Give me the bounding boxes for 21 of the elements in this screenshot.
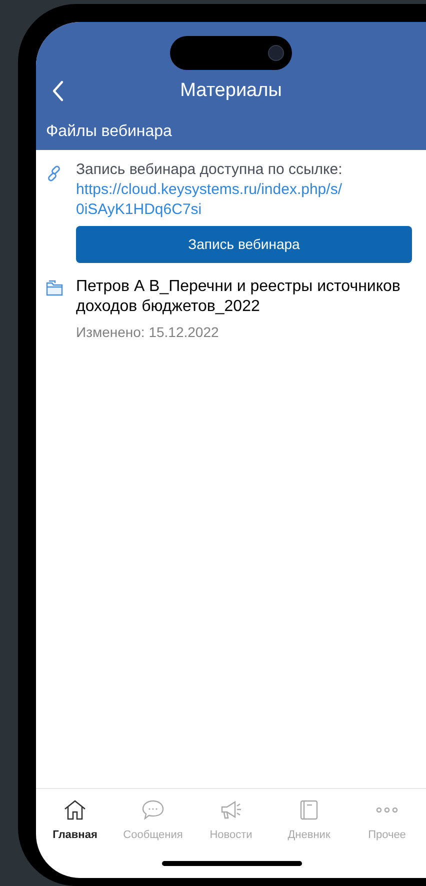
link-icon [46,165,63,182]
tab[interactable]: Прочее [348,799,426,847]
recording-button[interactable]: Запись вебинара [76,226,412,263]
megaphone-icon [220,800,242,820]
back-chevron-icon [52,80,64,102]
link-description: Запись вебинара доступна по ссылке: [76,160,344,180]
modified-date: Изменено: 15.12.2022 [76,323,220,342]
camera-icon [268,45,284,61]
section-title: Файлы вебинара [46,123,172,140]
chat-bubble-icon [142,800,164,820]
file-name[interactable]: Петров А В_Перечни и реестры источников доходов бюджетов_2022 [76,277,412,317]
recording-link[interactable]: https://cloud.keysystems.ru/index.php/s/0iSAyK1HDq6C7si [76,180,412,220]
tab[interactable]: Главная [36,799,114,847]
house-icon [64,800,86,820]
tab[interactable]: Новости [192,799,270,847]
notebook-icon [299,800,319,820]
folder-icon [46,280,63,296]
tab[interactable]: Дневник [270,799,348,847]
screen-title: Материалы [180,78,282,103]
tab[interactable]: Сообщения [114,799,192,847]
back-button[interactable] [52,79,66,103]
